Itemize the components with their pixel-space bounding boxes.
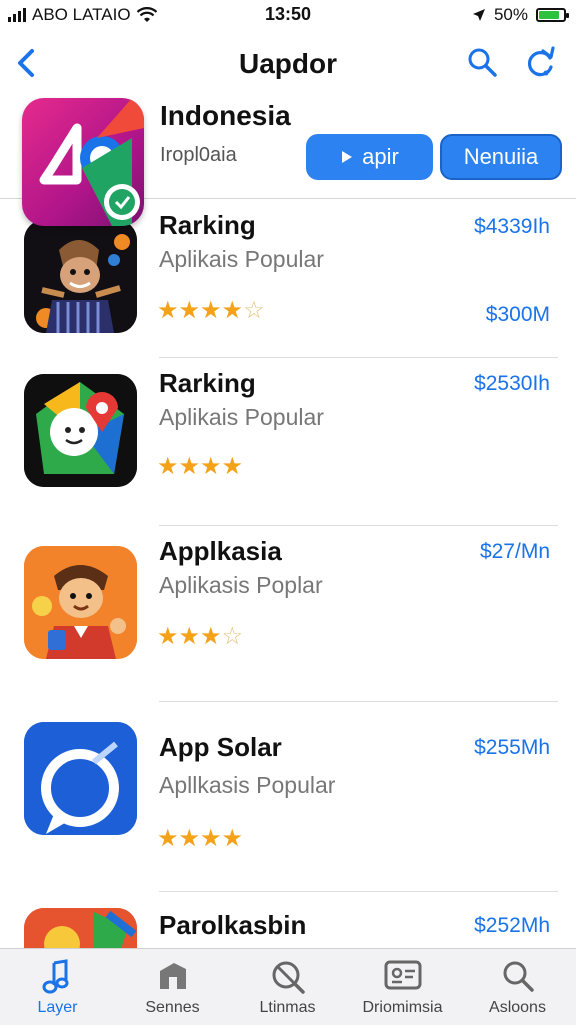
- menu-button[interactable]: Nenuiia: [440, 134, 562, 180]
- featured-app[interactable]: Indonesia Iropl0aia apir Nenuiia: [0, 98, 576, 226]
- app-icon[interactable]: [24, 220, 137, 333]
- star-icon: ★: [200, 453, 222, 480]
- app-price: $27/Mn: [479, 540, 550, 563]
- navigation-bar: Uapdor: [0, 30, 576, 98]
- star-icon: ★: [157, 297, 179, 324]
- tab-sennes[interactable]: Sennes: [115, 949, 230, 1025]
- search-icon[interactable]: [466, 46, 498, 78]
- star-icon: ★: [178, 623, 201, 650]
- star-half-icon: ★: [221, 297, 244, 324]
- location-arrow-icon: [472, 9, 485, 21]
- no-search-icon: [272, 961, 305, 994]
- list-item[interactable]: Parolkasbin $252Mh: [0, 892, 576, 952]
- star-icon: ★: [157, 623, 179, 650]
- tab-label: Layer: [37, 999, 78, 1016]
- star-icon: ★: [157, 825, 179, 852]
- app-name: Parolkasbin: [159, 910, 307, 940]
- tab-label: Asloons: [489, 999, 546, 1016]
- featured-app-subtitle: Iropl0aia: [160, 144, 237, 166]
- paint-brush-icon: [24, 908, 137, 952]
- tab-label: Sennes: [145, 999, 200, 1016]
- tab-driomimsia[interactable]: Driomimsia: [345, 949, 460, 1025]
- open-button-label: apir: [362, 144, 399, 169]
- star-icon: ★: [221, 825, 244, 852]
- tab-layer[interactable]: Layer: [0, 949, 115, 1025]
- app-icon[interactable]: [24, 374, 137, 487]
- search-icon: [503, 961, 534, 992]
- featured-app-title: Indonesia: [160, 100, 291, 131]
- refresh-icon[interactable]: [524, 46, 558, 80]
- music-note-icon: [42, 959, 68, 994]
- star-icon: ★: [200, 623, 222, 650]
- star-empty-icon: ☆: [221, 623, 244, 650]
- star-icon: ★: [200, 297, 222, 324]
- maps-logo-icon: [39, 98, 144, 226]
- battery-icon: [536, 8, 569, 22]
- tab-bar: Layer Sennes Ltinmas Driomimsia Asloons: [0, 948, 576, 1025]
- app-subtitle: Aplikais Popular: [159, 246, 324, 272]
- play-icon: [342, 151, 353, 163]
- star-rating: ★★★★☆: [157, 296, 265, 325]
- star-icon: ★: [157, 453, 179, 480]
- app-subtitle: Aplikais Popular: [159, 404, 324, 430]
- star-rating: ★★★★: [157, 452, 243, 481]
- tab-label: Ltinmas: [259, 999, 316, 1016]
- app-price: $255Mh: [474, 736, 550, 759]
- app-name: Rarking: [159, 210, 256, 240]
- battery-fill: [539, 11, 559, 19]
- app-name: App Solar: [159, 732, 282, 762]
- star-icon: ★: [200, 825, 222, 852]
- menu-button-label: Nenuiia: [463, 144, 539, 169]
- app-price-secondary: $300M: [485, 303, 550, 326]
- map-pin-mascot-icon: [24, 374, 137, 487]
- app-subtitle: Aplikasis Poplar: [159, 572, 323, 598]
- app-icon[interactable]: [24, 546, 137, 659]
- app-price: $2530Ih: [474, 372, 550, 395]
- featured-app-icon[interactable]: [22, 98, 144, 226]
- battery-percent: 50%: [493, 5, 528, 24]
- app-icon[interactable]: [24, 908, 137, 952]
- star-icon: ★: [221, 453, 244, 480]
- star-rating: ★★★☆: [157, 622, 243, 651]
- warrior-character-icon: [24, 220, 137, 333]
- star-empty-icon: ☆: [243, 297, 265, 324]
- star-rating: ★★★★: [157, 824, 243, 853]
- chat-bubble-icon: [24, 722, 137, 835]
- app-list: Rarking Aplikais Popular $4339Ih ★★★★☆ $…: [0, 200, 576, 952]
- list-item[interactable]: Applkasia Aplikasis Poplar $27/Mn ★★★☆: [0, 526, 576, 702]
- open-button[interactable]: apir: [306, 134, 433, 180]
- tab-label: Driomimsia: [362, 999, 443, 1016]
- house-icon: [159, 963, 186, 989]
- status-bar: ABO LATAIO 13:50 50%: [0, 0, 576, 30]
- tab-ltinmas[interactable]: Ltinmas: [230, 949, 345, 1025]
- star-icon: ★: [178, 297, 201, 324]
- app-subtitle: Apllkasis Popular: [159, 772, 336, 798]
- app-name: Applkasia: [159, 536, 282, 566]
- star-icon: ★: [178, 825, 201, 852]
- status-right: 50%: [472, 5, 569, 25]
- tab-asloons[interactable]: Asloons: [460, 949, 575, 1025]
- app-price: $4339Ih: [474, 215, 550, 238]
- app-price: $252Mh: [474, 914, 550, 937]
- star-icon: ★: [178, 453, 201, 480]
- app-icon[interactable]: [24, 722, 137, 835]
- app-name: Rarking: [159, 368, 256, 398]
- cartoon-character-icon: [24, 546, 137, 659]
- list-item[interactable]: App Solar Apllkasis Popular $255Mh ★★★★: [0, 702, 576, 892]
- list-item[interactable]: Rarking Aplikais Popular $2530Ih ★★★★: [0, 358, 576, 526]
- id-card-icon: [384, 960, 421, 990]
